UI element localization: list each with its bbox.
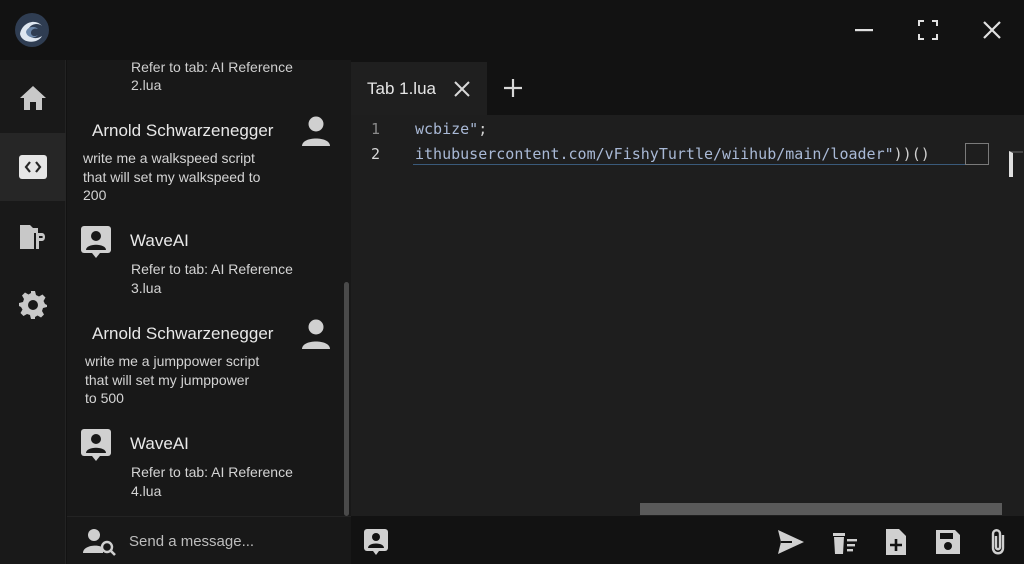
bracket-match-highlight	[965, 143, 989, 165]
gear-icon	[19, 291, 47, 319]
ai-name: WaveAI	[130, 231, 189, 250]
code-editor[interactable]: 1 2 wcbize"; ithubusercontent.com/vFishy…	[351, 115, 1024, 516]
maximize-icon	[918, 20, 938, 40]
close-icon	[983, 21, 1001, 39]
attach-icon	[991, 529, 1005, 555]
nav-rail	[0, 60, 66, 564]
attach-button[interactable]	[985, 528, 1013, 556]
code-line-1: wcbize";	[415, 120, 487, 138]
ai-assistant-icon	[364, 529, 388, 555]
maximize-button[interactable]	[912, 14, 944, 46]
new-file-icon	[886, 529, 906, 555]
clear-icon	[833, 533, 857, 554]
user-avatar-icon	[302, 116, 330, 146]
add-tab-icon[interactable]	[501, 76, 525, 100]
ai-avatar-icon	[81, 429, 111, 461]
line-number: 1	[371, 120, 381, 138]
message-line: that will set my walkspeed to	[83, 168, 261, 185]
code-string: wcbize"	[415, 120, 479, 138]
message-line: Refer to tab: AI Reference	[131, 464, 293, 480]
message-line: 3.lua	[131, 279, 162, 296]
minimap-viewport[interactable]	[1009, 151, 1023, 177]
message-line: write me a jumppower script	[85, 353, 260, 369]
code-line-2: ithubusercontent.com/vFishyTurtle/wiihub…	[415, 145, 930, 163]
nav-home[interactable]	[0, 64, 66, 132]
horizontal-scrollbar[interactable]	[640, 503, 1002, 515]
code-string: ithubusercontent.com/vFishyTurtle/wiihub…	[415, 145, 894, 163]
title-bar	[0, 0, 1024, 60]
script-folder-icon	[20, 225, 45, 249]
message-line: to 500	[85, 390, 124, 406]
minimize-button[interactable]	[848, 14, 880, 46]
user-avatar-icon	[302, 319, 330, 349]
message-input[interactable]	[129, 527, 329, 555]
ai-name: WaveAI	[130, 434, 189, 453]
tab-1[interactable]: Tab 1.lua	[351, 62, 487, 115]
chat-scrollbar[interactable]	[344, 282, 349, 516]
ai-message-text: 2.lua	[131, 77, 162, 93]
message-line: write me a walkspeed script	[83, 150, 255, 166]
ai-assistant-button[interactable]	[362, 528, 390, 556]
nav-script-hub[interactable]	[0, 202, 66, 270]
tab-bar: Tab 1.lua	[351, 60, 1024, 115]
chat-panel: Refer to tab: AI Reference 2.lua Arnold …	[67, 60, 351, 516]
ai-avatar-icon	[81, 226, 111, 258]
save-button[interactable]	[934, 528, 962, 556]
chat-input-bar	[67, 516, 351, 564]
close-tab-icon[interactable]	[451, 78, 473, 100]
nav-editor[interactable]	[0, 133, 66, 201]
tab-label: Tab 1.lua	[367, 78, 436, 98]
new-file-button[interactable]	[882, 528, 910, 556]
ai-message-text: Refer to tab: AI Reference 3.lua	[131, 260, 341, 297]
message-line: that will set my jumppower	[85, 371, 250, 388]
ai-message-text: Refer to tab: AI Reference	[131, 60, 293, 75]
send-icon	[778, 530, 804, 554]
home-icon	[20, 86, 46, 110]
code-punctuation: ))()	[893, 145, 930, 163]
code-icon	[19, 155, 47, 179]
message-line: Refer to tab: AI Reference	[131, 261, 293, 277]
save-icon	[936, 530, 960, 554]
user-name: Arnold Schwarzenegger	[92, 121, 274, 140]
minimize-icon	[855, 29, 873, 32]
message-line: 4.lua	[131, 482, 162, 499]
line-number: 2	[371, 145, 381, 163]
user-name: Arnold Schwarzenegger	[92, 324, 274, 343]
user-message-text: write me a jumppower script that will se…	[85, 352, 295, 408]
close-button[interactable]	[976, 14, 1008, 46]
nav-settings[interactable]	[0, 271, 66, 339]
user-message-text: write me a walkspeed script that will se…	[83, 149, 293, 205]
wave-logo-icon	[15, 13, 49, 47]
ai-search-icon	[83, 529, 116, 556]
code-punctuation: ;	[478, 120, 488, 138]
ai-message-text: Refer to tab: AI Reference 4.lua	[131, 463, 341, 500]
message-line: 200	[83, 187, 107, 203]
editor-toolbar	[351, 516, 1024, 564]
clear-button[interactable]	[830, 528, 858, 556]
execute-button[interactable]	[777, 528, 805, 556]
